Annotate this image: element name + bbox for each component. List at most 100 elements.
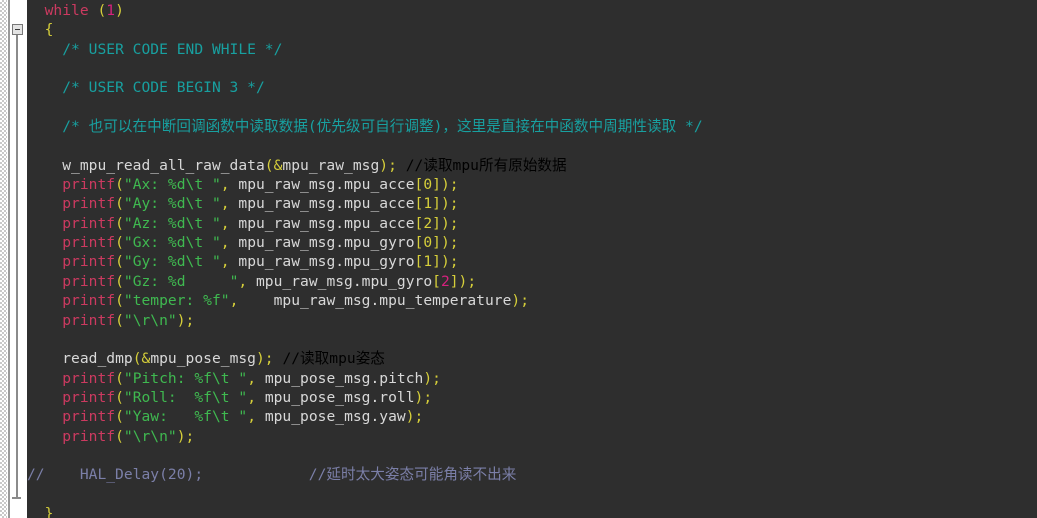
code-token-punc: (& [132,350,151,368]
code-token-punc: ( [115,311,124,329]
code-line[interactable]: printf("\r\n"); [27,427,703,446]
code-token-punc: , [220,253,239,271]
code-token-num: 2 [440,272,450,290]
code-token-plain: mpu_pose_msg.yaw [264,408,406,426]
code-token-str: "Roll: %f\t " [123,388,248,406]
code-token-kw: printf [62,195,116,213]
code-token-punc: [ [432,272,441,290]
code-line[interactable]: /* 也可以在中断回调函数中读取数据(优先级可自行调整)，这里是直接在中函数中周… [27,117,703,136]
code-token-punc: ); [379,156,397,174]
code-token-punc: ( [115,176,124,194]
code-token-punc: ( [115,388,124,406]
code-line[interactable] [27,136,703,155]
code-line[interactable]: printf("Pitch: %f\t ", mpu_pose_msg.pitc… [27,369,703,388]
code-token-plain: mpu_raw_msg.mpu_acce [238,176,415,194]
code-line[interactable]: printf("Az: %d\t ", mpu_raw_msg.mpu_acce… [27,214,703,233]
code-line[interactable]: /* USER CODE END WHILE */ [27,40,703,59]
code-token-punc: ); [176,311,195,329]
code-token-str: "\r\n" [123,427,177,445]
code-text-area[interactable]: while (1) { /* USER CODE END WHILE */ /*… [27,0,1037,518]
code-token-lcmt: //读取mpu所有原始数据 [405,156,567,174]
code-line[interactable]: printf("temper: %f", mpu_raw_msg.mpu_tem… [27,291,703,310]
code-token-punc: ( [97,2,107,19]
code-line[interactable]: } [27,504,703,518]
code-token-punc: ( [115,195,124,213]
code-line[interactable]: printf("Gy: %d\t ", mpu_raw_msg.mpu_gyro… [27,252,703,271]
code-token-punc: ( [115,253,124,271]
fold-range-bar [16,35,18,497]
code-line[interactable]: w_mpu_read_all_raw_data(&mpu_raw_msg); /… [27,156,703,175]
code-token-numy: 0 [423,234,433,252]
code-token-numy: 0 [423,176,433,194]
code-token-punc: ]); [432,253,459,271]
fold-collapse-icon[interactable] [12,24,23,35]
code-token-numy: 1 [423,195,433,213]
code-token-punc: [ [414,253,424,271]
code-token-bcmt: /* USER CODE END WHILE */ [62,40,283,58]
gutter-vertical-rule [8,0,10,518]
code-token-str: "temper: %f" [123,292,230,310]
code-line[interactable]: // HAL_Delay(20); //延时太大姿态可能角读不出来 [27,465,703,484]
code-token-kw: printf [62,292,116,310]
code-token-str: "Gy: %d\t " [123,253,221,271]
code-line[interactable] [27,59,703,78]
code-line[interactable]: printf("Gz: %d ", mpu_raw_msg.mpu_gyro[2… [27,272,703,291]
code-line[interactable]: printf("Yaw: %f\t ", mpu_pose_msg.yaw); [27,407,703,426]
code-line[interactable]: read_dmp(&mpu_pose_msg); //读取mpu姿态 [27,349,703,368]
code-token-str: "Yaw: %f\t " [123,408,248,426]
code-token-str: "Ax: %d\t " [123,176,221,194]
code-token-kw: printf [62,272,116,290]
code-token-kw: printf [62,408,116,426]
code-token-plain: mpu_pose_msg.roll [264,388,415,406]
code-line[interactable]: while (1) [27,1,703,20]
code-line[interactable] [27,485,703,504]
code-token-bcmt: /* 也可以在中断回调函数中读取数据(优先级可自行调整)，这里是直接在中函数中周… [62,118,703,136]
code-line[interactable]: printf("Gx: %d\t ", mpu_raw_msg.mpu_gyro… [27,233,703,252]
code-line[interactable]: printf("Ay: %d\t ", mpu_raw_msg.mpu_acce… [27,194,703,213]
code-line[interactable]: printf("Roll: %f\t ", mpu_pose_msg.roll)… [27,388,703,407]
code-token-punc: ]); [432,195,459,213]
code-line[interactable] [27,98,703,117]
code-token-punc: , [238,272,256,290]
code-line[interactable]: printf("\r\n"); [27,311,703,330]
code-token-punc: , [247,408,265,426]
code-token-plain: w_mpu_read_all_raw_data [62,156,265,174]
code-token-kw: printf [62,176,116,194]
fold-end-icon[interactable] [12,497,21,499]
code-line[interactable]: /* USER CODE BEGIN 3 */ [27,78,703,97]
code-token-kw: while [44,2,89,19]
code-token-punc: , [220,195,239,213]
code-token-plain: mpu_raw_msg.mpu_gyro [256,272,433,290]
code-token-punc: { [44,21,54,39]
code-token-kw: printf [62,369,116,387]
code-token-punc: [ [414,214,424,232]
code-line[interactable]: { [27,20,703,39]
code-token-kw: printf [62,253,116,271]
editor-gutter[interactable] [0,0,27,518]
code-line[interactable] [27,330,703,349]
code-token-punc: ]); [432,234,459,252]
code-token-punc: , [247,369,265,387]
code-token-punc: , [220,214,239,232]
code-token-str: "Pitch: %f\t " [123,369,248,387]
code-token-kw: printf [62,388,116,406]
code-token-kw: printf [62,427,116,445]
code-token-punc: [ [414,176,424,194]
code-token-lcmt2: // HAL_Delay(20); //延时太大姿态可能角读不出来 [27,466,517,484]
code-line[interactable]: printf("Ax: %d\t ", mpu_raw_msg.mpu_acce… [27,175,703,194]
code-token-numy: 1 [423,253,433,271]
code-line[interactable] [27,446,703,465]
